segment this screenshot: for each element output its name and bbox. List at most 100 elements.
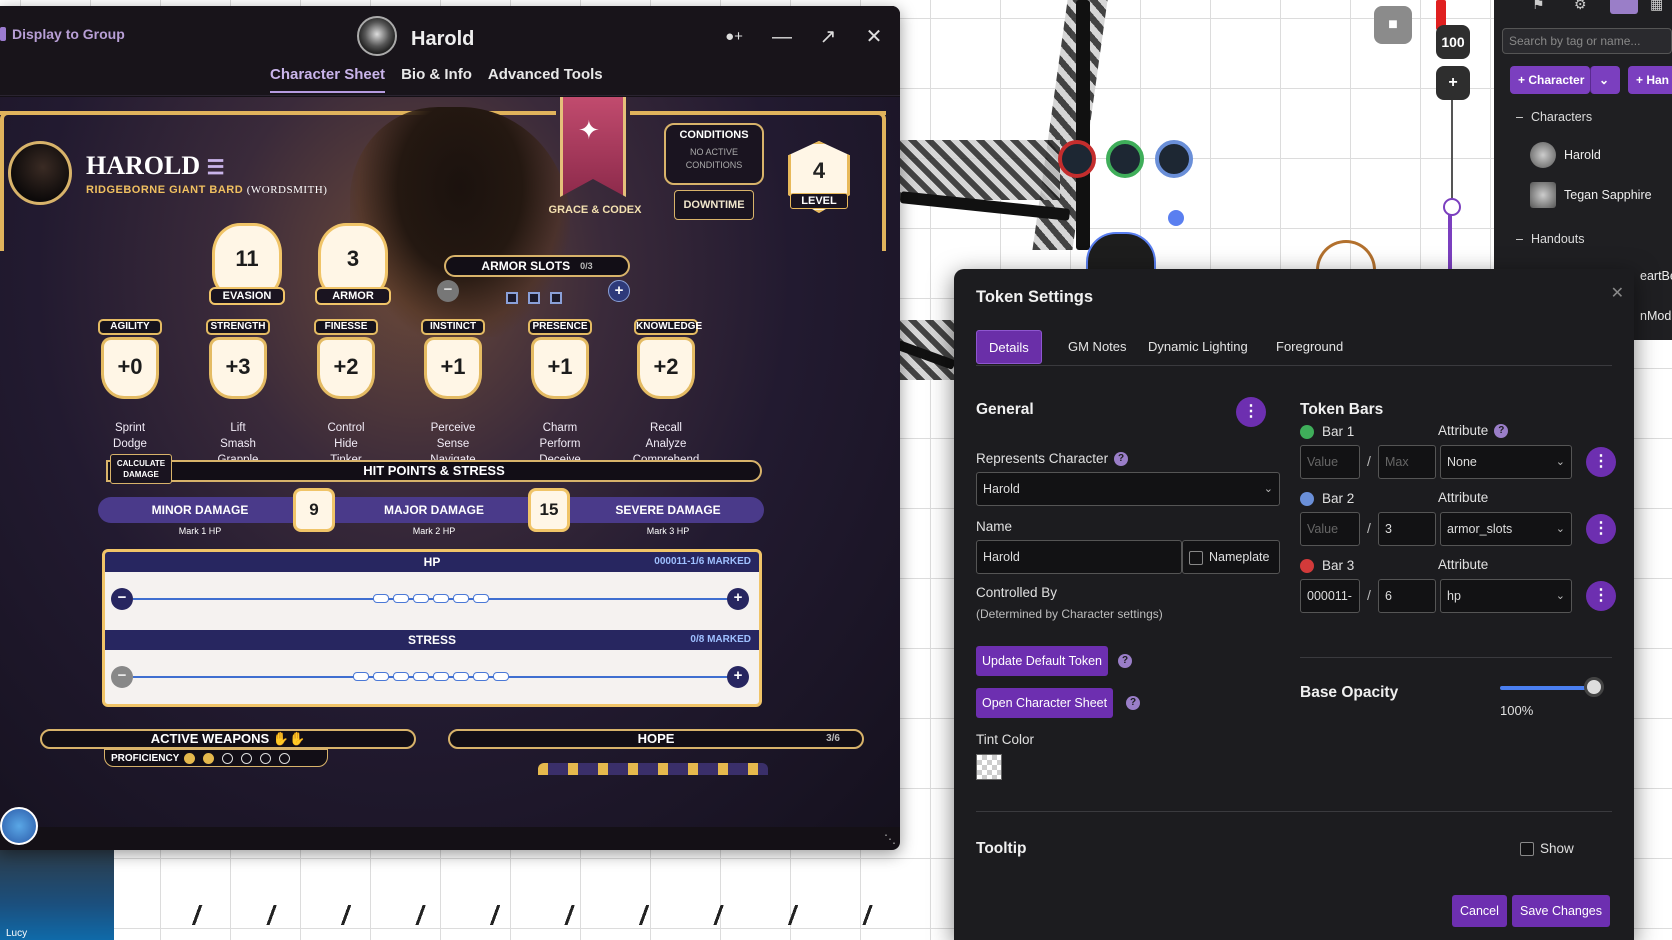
chat-icon[interactable]: ⚑ <box>1532 0 1545 13</box>
journal-item-harold[interactable]: Harold <box>1530 138 1672 172</box>
armor-slot[interactable] <box>550 292 562 304</box>
slot-pip[interactable] <box>413 672 429 681</box>
slot-pip[interactable] <box>473 672 489 681</box>
tab-gm-notes[interactable]: GM Notes <box>1056 330 1139 364</box>
general-options-button[interactable]: ⋮ <box>1236 397 1266 427</box>
slot-pip[interactable] <box>353 672 369 681</box>
cancel-button[interactable]: Cancel <box>1452 895 1507 927</box>
map-slider-knob[interactable] <box>1443 198 1461 216</box>
bar-2-value-field[interactable]: Value <box>1300 512 1360 546</box>
close-icon[interactable]: ✕ <box>1611 283 1624 303</box>
downtime-button[interactable]: DOWNTIME <box>674 190 754 220</box>
proficiency-dot[interactable] <box>279 752 291 764</box>
trait-presence[interactable]: PRESENCE +1 <box>528 319 592 399</box>
bar-2-attribute-select[interactable]: armor_slots ⌄ <box>1440 512 1572 546</box>
add-character-button[interactable]: + Character <box>1510 66 1590 94</box>
resize-handle[interactable]: ⋱ <box>884 832 896 846</box>
conditions-box[interactable]: CONDITIONS NO ACTIVE CONDITIONS <box>664 123 764 185</box>
help-icon[interactable]: ? <box>1114 452 1129 467</box>
bar-1-options-button[interactable]: ⋮ <box>1586 447 1616 477</box>
proficiency-dot[interactable] <box>184 752 196 764</box>
update-default-token-button[interactable]: Update Default Token <box>976 646 1108 676</box>
proficiency-dot[interactable] <box>203 752 215 764</box>
help-icon[interactable]: ? <box>1494 424 1509 439</box>
stress-minus-button[interactable]: − <box>111 666 133 688</box>
bar-2-options-button[interactable]: ⋮ <box>1586 514 1616 544</box>
trait-instinct[interactable]: INSTINCT +1 <box>421 319 485 399</box>
slot-pip[interactable] <box>453 672 469 681</box>
proficiency-dot[interactable] <box>222 752 234 764</box>
calculate-damage-button[interactable]: CALCULATE DAMAGE <box>110 454 172 484</box>
nameplate-toggle[interactable]: Nameplate <box>1182 540 1280 574</box>
save-changes-button[interactable]: Save Changes <box>1512 895 1611 927</box>
armor-slot[interactable] <box>528 292 540 304</box>
tooltip-show-toggle[interactable]: Show <box>1520 841 1574 857</box>
characters-folder[interactable]: – Characters <box>1516 110 1592 124</box>
dice-icon[interactable] <box>0 807 38 845</box>
bar-3-options-button[interactable]: ⋮ <box>1586 581 1616 611</box>
bar-3-value-field[interactable]: 000011- <box>1300 579 1360 613</box>
slot-pip[interactable] <box>393 672 409 681</box>
lock-icon[interactable]: ■ <box>1374 6 1412 44</box>
hp-plus-button[interactable]: + <box>727 588 749 610</box>
map-token-blue[interactable] <box>1155 140 1193 178</box>
tab-dynamic-lighting[interactable]: Dynamic Lighting <box>1136 330 1260 364</box>
bar-3-max-field[interactable]: 6 <box>1378 579 1436 613</box>
popout-icon[interactable]: ↗ <box>816 26 840 48</box>
slot-pip[interactable] <box>453 594 469 603</box>
map-token-red[interactable] <box>1058 140 1096 178</box>
slot-pip[interactable] <box>493 672 509 681</box>
base-opacity-slider[interactable] <box>1500 686 1592 690</box>
more-icon[interactable]: ▦ <box>1650 0 1663 13</box>
slot-pip[interactable] <box>433 594 449 603</box>
slot-pip[interactable] <box>373 594 389 603</box>
trait-agility[interactable]: AGILITY +0 <box>98 319 162 399</box>
selected-token[interactable] <box>1086 232 1156 272</box>
armor-slot-minus-button[interactable]: − <box>437 280 459 302</box>
tab-character-sheet[interactable]: Character Sheet <box>270 66 386 93</box>
bar-3-attribute-select[interactable]: hp ⌄ <box>1440 579 1572 613</box>
journal-item-tegan[interactable]: Tegan Sapphire <box>1530 178 1672 212</box>
represents-character-select[interactable]: Harold ⌄ <box>976 472 1280 506</box>
display-to-group-button[interactable]: Display to Group <box>0 26 125 42</box>
slot-pip[interactable] <box>413 594 429 603</box>
journal-item-handout[interactable]: eartBe <box>1640 269 1672 283</box>
selection-handle[interactable] <box>1168 210 1184 226</box>
tint-color-swatch[interactable] <box>976 754 1002 780</box>
proficiency-dot[interactable] <box>241 752 253 764</box>
open-character-sheet-button[interactable]: Open Character Sheet <box>976 688 1114 718</box>
add-handout-button[interactable]: + Han <box>1628 66 1672 94</box>
hp-minus-button[interactable]: − <box>111 588 133 610</box>
tooltip-show-checkbox[interactable] <box>1520 842 1534 857</box>
base-opacity-handle[interactable] <box>1584 677 1604 697</box>
tab-foreground[interactable]: Foreground <box>1264 330 1355 364</box>
add-character-dropdown[interactable]: ⌄ <box>1590 66 1620 94</box>
bar-1-max-field[interactable]: Max <box>1378 445 1436 479</box>
trait-finesse[interactable]: FINESSE +2 <box>314 319 378 399</box>
bar-1-value-field[interactable]: Value <box>1300 445 1360 479</box>
armor-slot-plus-button[interactable]: + <box>608 280 630 302</box>
handouts-folder[interactable]: – Handouts <box>1516 232 1584 246</box>
armor-slot[interactable] <box>506 292 518 304</box>
journal-item-handout[interactable]: nMod <box>1640 309 1671 323</box>
minimize-icon[interactable]: — <box>770 26 794 48</box>
character-portrait[interactable] <box>8 141 72 205</box>
close-icon[interactable]: ✕ <box>862 26 886 48</box>
journal-tab-icon[interactable] <box>1610 0 1638 14</box>
map-token-green[interactable] <box>1106 140 1144 178</box>
trait-knowledge[interactable]: KNOWLEDGE +2 <box>634 319 702 399</box>
name-field[interactable]: Harold <box>976 540 1182 574</box>
trait-strength[interactable]: STRENGTH +3 <box>206 319 270 399</box>
tab-details[interactable]: Details <box>976 330 1042 364</box>
zoom-in-button[interactable]: + <box>1436 66 1470 100</box>
share-icon[interactable]: ●+ <box>722 26 746 48</box>
slot-pip[interactable] <box>393 594 409 603</box>
tab-bio-info[interactable]: Bio & Info <box>401 66 472 93</box>
nameplate-checkbox[interactable] <box>1189 550 1203 565</box>
slot-pip[interactable] <box>473 594 489 603</box>
help-icon[interactable]: ? <box>1126 696 1140 710</box>
bar-1-attribute-select[interactable]: None ⌄ <box>1440 445 1572 479</box>
tab-advanced-tools[interactable]: Advanced Tools <box>488 66 603 93</box>
journal-search-input[interactable]: Search by tag or name... <box>1502 28 1672 54</box>
proficiency-dot[interactable] <box>260 752 272 764</box>
